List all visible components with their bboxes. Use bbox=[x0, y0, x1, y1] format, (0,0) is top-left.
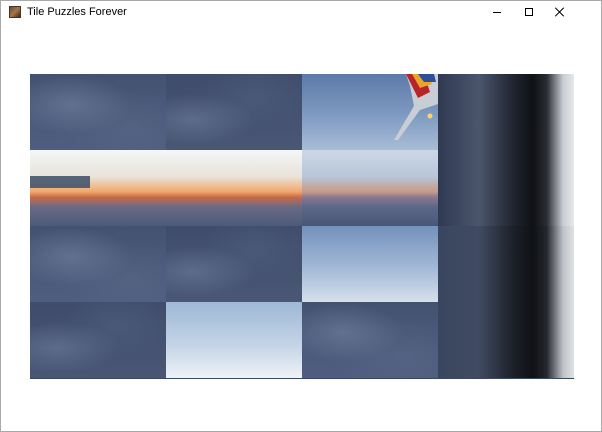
airplane-wing-image bbox=[394, 74, 438, 140]
app-icon bbox=[9, 6, 21, 18]
close-icon bbox=[555, 7, 565, 17]
puzzle-tile[interactable] bbox=[438, 74, 574, 150]
minimize-button[interactable] bbox=[481, 1, 513, 23]
puzzle-tile[interactable] bbox=[166, 74, 302, 150]
puzzle-tile[interactable] bbox=[438, 302, 574, 378]
puzzle-tile[interactable] bbox=[438, 226, 574, 302]
maximize-icon bbox=[525, 8, 533, 16]
close-button[interactable] bbox=[544, 1, 576, 23]
puzzle-tile[interactable] bbox=[302, 226, 438, 302]
puzzle-tile[interactable] bbox=[166, 226, 302, 302]
puzzle-tile[interactable] bbox=[302, 74, 438, 150]
puzzle-tile[interactable] bbox=[30, 302, 166, 378]
minimize-icon bbox=[493, 11, 501, 13]
window-title: Tile Puzzles Forever bbox=[27, 6, 127, 18]
puzzle-tile[interactable] bbox=[30, 74, 166, 150]
puzzle-tile[interactable] bbox=[166, 302, 302, 378]
puzzle-tile[interactable] bbox=[302, 150, 438, 226]
app-window: Tile Puzzles Forever bbox=[0, 0, 602, 432]
puzzle-tile[interactable] bbox=[30, 150, 166, 226]
puzzle-tile[interactable] bbox=[30, 226, 166, 302]
title-bar[interactable]: Tile Puzzles Forever bbox=[1, 1, 601, 23]
puzzle-tile[interactable] bbox=[166, 150, 302, 226]
puzzle-board bbox=[30, 74, 574, 379]
puzzle-tile[interactable] bbox=[438, 150, 574, 226]
puzzle-tile[interactable] bbox=[302, 302, 438, 378]
maximize-button[interactable] bbox=[513, 1, 545, 23]
